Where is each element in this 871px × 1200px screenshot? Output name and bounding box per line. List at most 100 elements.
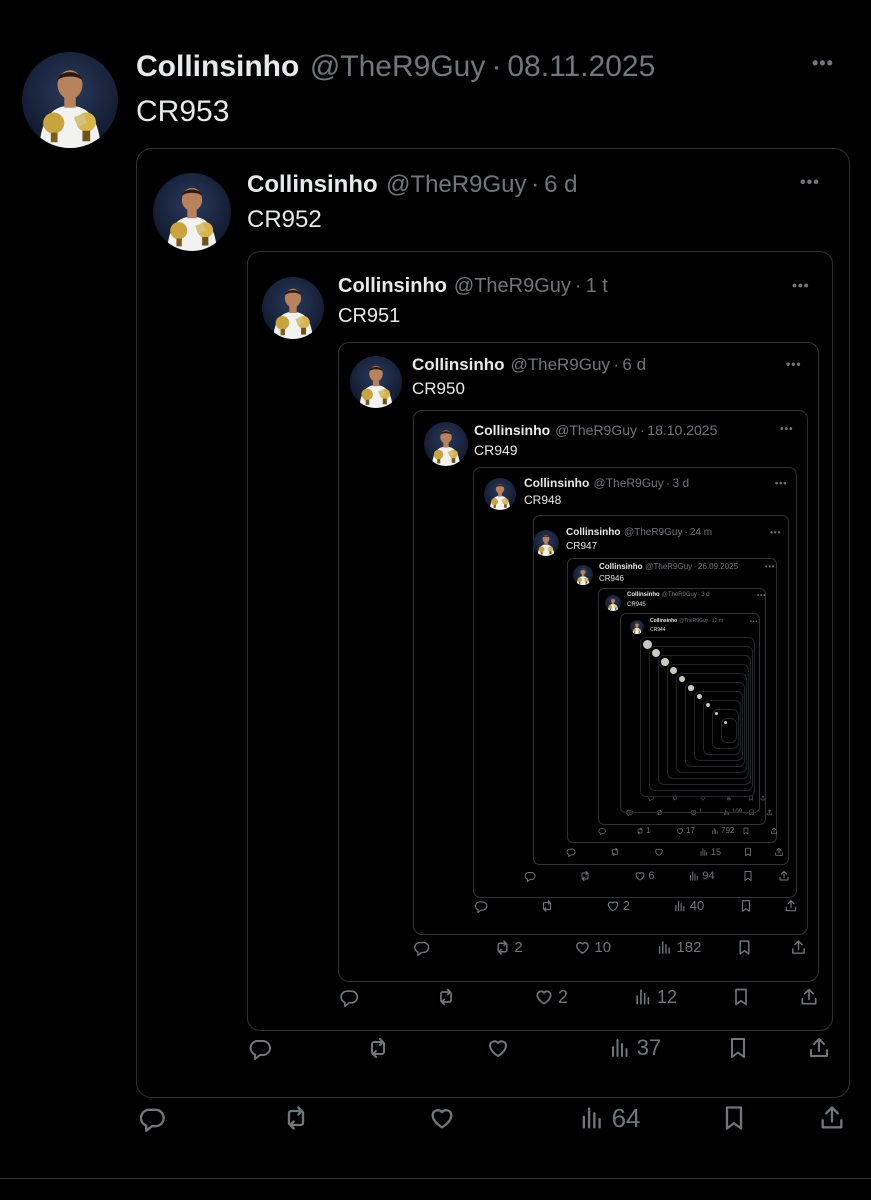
author-handle[interactable]: @TheR9Guy (594, 476, 664, 490)
reply-button[interactable] (138, 1104, 172, 1132)
views-button[interactable]: 40 (673, 899, 704, 913)
like-button[interactable] (654, 847, 666, 857)
share-button[interactable] (790, 939, 807, 956)
like-button[interactable]: 17 (676, 827, 695, 835)
bookmark-button[interactable] (720, 1104, 748, 1132)
author-name[interactable]: Collinsinho (247, 169, 378, 200)
author-handle[interactable]: @TheR9Guy (645, 562, 692, 571)
author-handle[interactable]: @TheR9Guy (454, 275, 571, 297)
author-name[interactable]: Collinsinho (566, 526, 620, 539)
views-button[interactable]: 182 (656, 939, 701, 956)
author-name[interactable]: Collinsinho (650, 618, 677, 625)
reply-button[interactable] (339, 987, 363, 1007)
retweet-button[interactable] (366, 1036, 395, 1060)
bookmark-button[interactable] (736, 939, 753, 956)
views-button[interactable]: 792 (711, 827, 734, 835)
timestamp[interactable]: 18.10.2025 (647, 422, 717, 438)
share-button[interactable] (770, 827, 778, 835)
share-button[interactable] (784, 899, 798, 913)
author-name[interactable]: Collinsinho (338, 273, 447, 299)
author-handle[interactable]: @TheR9Guy (679, 618, 708, 624)
retweet-button[interactable] (436, 987, 460, 1007)
timestamp[interactable]: 6 d (622, 355, 646, 374)
bookmark-button[interactable] (739, 899, 753, 913)
more-icon[interactable]: ••• (800, 174, 820, 192)
share-button[interactable] (774, 847, 784, 857)
like-button[interactable]: 2 (606, 899, 630, 913)
avatar[interactable] (605, 595, 621, 611)
more-icon[interactable]: ••• (770, 528, 781, 537)
timestamp[interactable]: 3 d (701, 592, 709, 598)
timestamp[interactable]: 24 m (690, 527, 712, 538)
timestamp[interactable]: 6 d (544, 171, 577, 198)
author-name[interactable]: Collinsinho (599, 562, 643, 572)
retweet-button[interactable] (579, 870, 593, 882)
share-button[interactable] (766, 809, 773, 816)
author-handle[interactable]: @TheR9Guy (555, 422, 637, 438)
author-handle[interactable]: @TheR9Guy (662, 592, 697, 598)
reply-button[interactable] (474, 899, 491, 913)
more-icon[interactable]: ••• (780, 424, 794, 435)
avatar[interactable] (424, 422, 468, 466)
timestamp[interactable]: 12 m (712, 618, 723, 624)
author-name[interactable]: Collinsinho (627, 592, 660, 600)
retweet-button[interactable] (610, 847, 622, 857)
author-handle[interactable]: @TheR9Guy (310, 50, 486, 83)
reply-button[interactable] (524, 870, 538, 882)
retweet-button[interactable]: 1 (636, 827, 650, 835)
more-icon[interactable]: ••• (750, 619, 758, 625)
like-button[interactable] (428, 1104, 462, 1132)
author-handle[interactable]: @TheR9Guy (386, 171, 526, 198)
bookmark-button[interactable] (742, 870, 754, 882)
views-button[interactable]: 94 (688, 870, 715, 882)
timestamp[interactable]: 3 d (673, 476, 690, 490)
views-button[interactable]: 15 (699, 847, 721, 857)
like-button[interactable]: 6 (634, 870, 655, 882)
author-name[interactable]: Collinsinho (412, 354, 505, 376)
bookmark-button[interactable] (726, 1036, 750, 1060)
share-button[interactable] (807, 1036, 831, 1060)
more-icon[interactable]: ••• (786, 357, 802, 371)
retweet-button[interactable] (282, 1104, 316, 1132)
like-button[interactable]: 10 (574, 939, 611, 956)
views-button[interactable]: 64 (578, 1104, 641, 1132)
more-icon[interactable]: ••• (765, 564, 775, 571)
views-button[interactable]: 37 (608, 1036, 661, 1060)
bookmark-button[interactable] (742, 827, 750, 835)
avatar[interactable] (484, 478, 516, 510)
bookmark-button[interactable] (731, 987, 751, 1007)
reply-button[interactable] (566, 847, 578, 857)
bookmark-button[interactable] (743, 847, 753, 857)
share-button[interactable] (818, 1104, 846, 1132)
avatar[interactable] (533, 530, 559, 556)
avatar[interactable] (630, 620, 644, 634)
reply-button[interactable] (248, 1036, 277, 1060)
share-button[interactable] (799, 987, 819, 1007)
avatar[interactable] (262, 277, 324, 339)
more-icon[interactable]: ••• (792, 277, 810, 293)
avatar[interactable] (573, 565, 593, 585)
timestamp[interactable]: 26.09.2025 (698, 562, 738, 571)
more-icon[interactable]: ••• (775, 478, 787, 488)
retweet-button[interactable]: 2 (494, 939, 523, 956)
author-name[interactable]: Collinsinho (474, 421, 550, 439)
author-handle[interactable]: @TheR9Guy (624, 527, 683, 538)
timestamp[interactable]: 1 t (586, 275, 608, 297)
avatar[interactable] (350, 356, 402, 408)
reply-button[interactable] (598, 827, 608, 835)
like-button[interactable] (486, 1036, 515, 1060)
views-button[interactable]: 12 (633, 987, 677, 1007)
share-button[interactable] (778, 870, 790, 882)
timestamp[interactable]: 08.11.2025 (507, 50, 655, 83)
author-name[interactable]: Collinsinho (136, 47, 299, 86)
share-button[interactable] (760, 795, 766, 801)
avatar[interactable] (22, 52, 118, 148)
author-name[interactable]: Collinsinho (524, 476, 589, 492)
more-icon[interactable]: ••• (812, 53, 834, 74)
like-button[interactable]: 2 (534, 987, 568, 1007)
retweet-button[interactable] (540, 899, 557, 913)
more-icon[interactable]: ••• (757, 593, 766, 599)
avatar[interactable] (153, 173, 231, 251)
author-handle[interactable]: @TheR9Guy (510, 355, 609, 374)
reply-button[interactable] (413, 939, 433, 956)
